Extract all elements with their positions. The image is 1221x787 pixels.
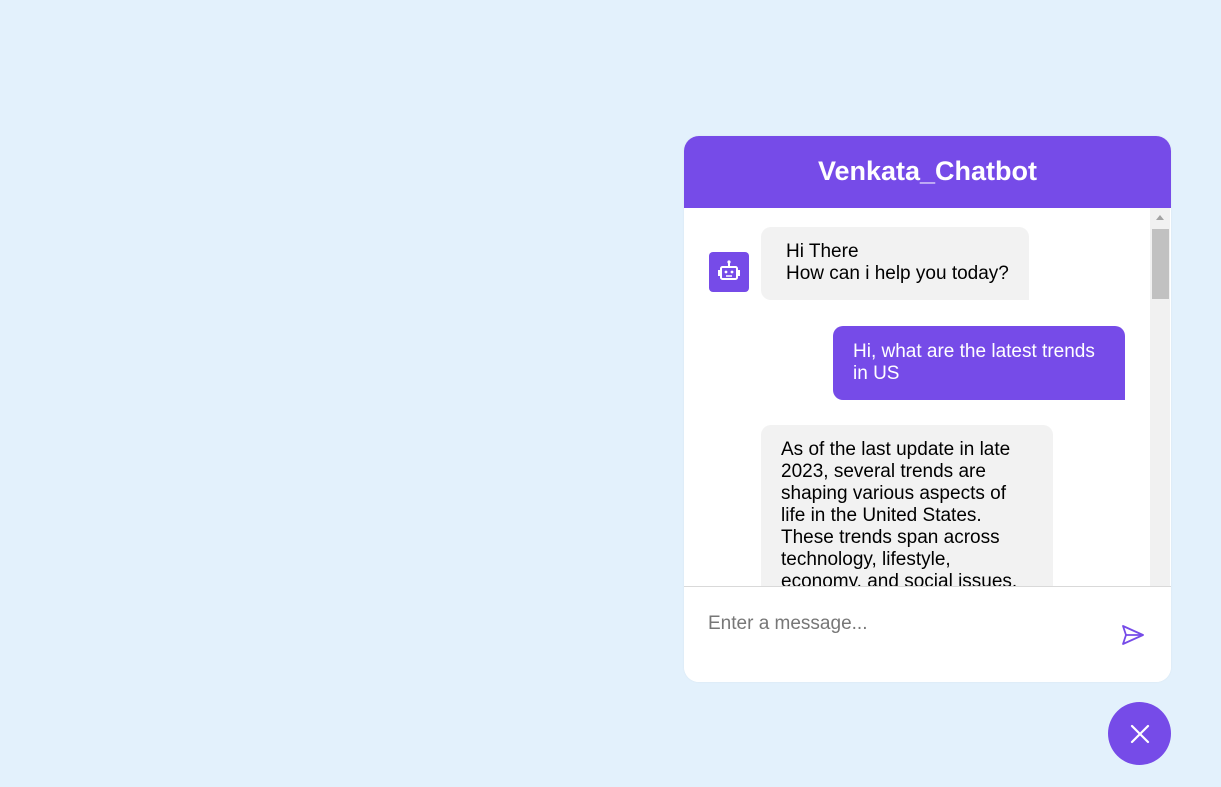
chat-header: Venkata_Chatbot: [684, 136, 1171, 208]
chat-title: Venkata_Chatbot: [817, 155, 1038, 186]
scrollbar-thumb[interactable]: [1152, 229, 1169, 299]
bot-message: As of the last update in late 2023, seve…: [761, 425, 1053, 586]
chat-composer: [684, 586, 1171, 682]
chat-toggle-button[interactable]: [1108, 702, 1171, 765]
robot-icon: [709, 252, 749, 292]
send-icon: [1122, 625, 1144, 645]
chat-message-list[interactable]: Hi There How can i help you today? Hi, w…: [684, 208, 1171, 586]
user-message: Hi, what are the latest trends in US: [833, 326, 1125, 400]
message-input[interactable]: [708, 609, 1108, 639]
close-icon: [1130, 724, 1149, 743]
chatbot-window: Venkata_Chatbot Hi There How can i help …: [684, 136, 1171, 682]
send-button[interactable]: [1120, 623, 1146, 647]
scroll-up-arrow-icon[interactable]: [1156, 215, 1164, 220]
bot-message: Hi There How can i help you today?: [761, 227, 1029, 300]
scrollbar[interactable]: [1150, 208, 1170, 586]
